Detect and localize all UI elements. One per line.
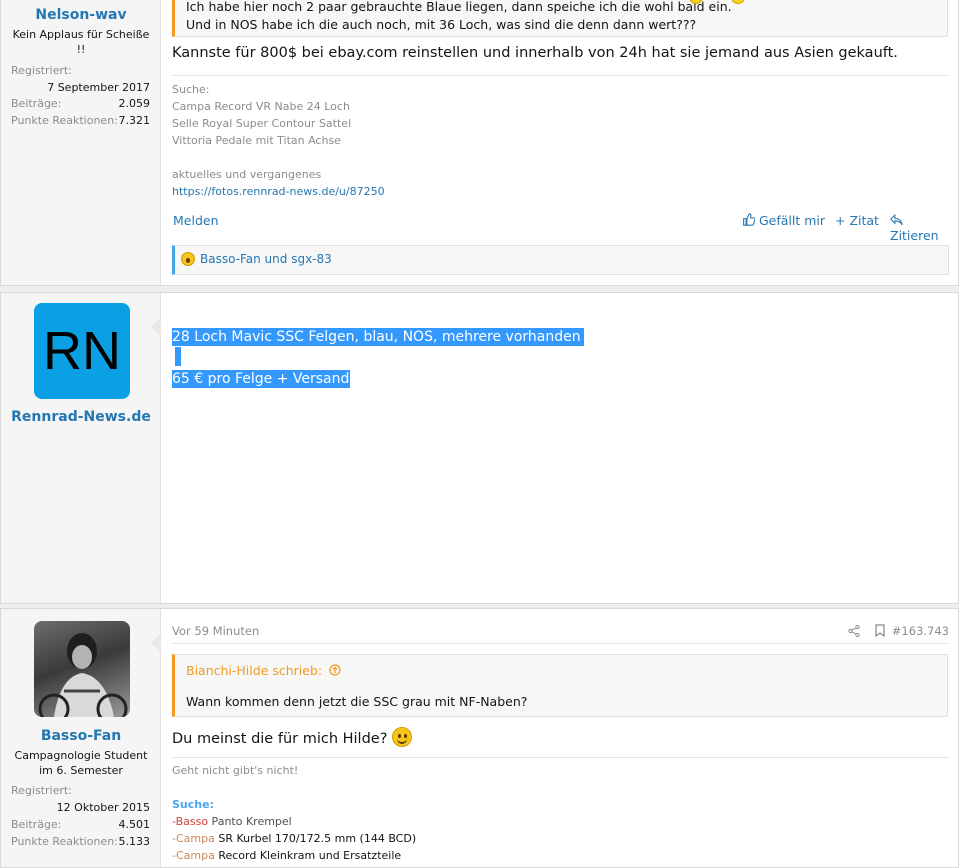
quote-header[interactable]: Bianchi-Hilde schrieb:: [186, 663, 341, 678]
username-link[interactable]: Basso-Fan: [1, 728, 161, 744]
brand-label: -Basso: [172, 815, 209, 828]
signature-line: Campa Record VR Nabe 24 Loch: [172, 100, 350, 113]
stat-label: Punkte Reaktionen:: [11, 114, 118, 127]
stat-reactions: Punkte Reaktionen: 5.133: [11, 835, 150, 851]
signature-divider: [172, 757, 949, 758]
zitieren-button[interactable]: Zitieren: [890, 213, 949, 243]
stat-value: 2.059: [118, 97, 151, 110]
signature-item: -Campa Record Kleinkram und Ersatzteile: [172, 847, 772, 864]
thumbs-up-icon: [743, 213, 756, 226]
stat-value: 5.133: [118, 835, 151, 848]
zitat-button[interactable]: + Zitat: [835, 213, 879, 228]
username-link[interactable]: Nelson-wav: [1, 7, 161, 23]
bookmark-icon[interactable]: [875, 624, 885, 637]
user-info-panel: Nelson-wav Kein Applaus für Scheiße !! R…: [1, 0, 161, 285]
quote-block: Bianchi-Hilde schrieb: Wann kommen denn …: [172, 654, 948, 717]
quote-line: Und in NOS habe ich die auch noch, mit 3…: [186, 17, 697, 32]
signature-line: Geht nicht gibt's nicht!: [172, 764, 299, 777]
item-text: SR Kurbel 170/172.5 mm (144 BCD): [214, 832, 417, 845]
avatar[interactable]: RN: [34, 303, 130, 399]
zitieren-label: Zitieren: [890, 228, 939, 243]
reactions-bar[interactable]: Basso-Fan und sgx-83: [172, 245, 949, 275]
username-link[interactable]: Rennrad-News.de: [1, 409, 161, 425]
post-body: Kannste für 800$ bei ebay.com reinstelle…: [172, 45, 898, 61]
stat-label: Registriert:: [11, 64, 72, 77]
item-text: Panto Krempel: [208, 815, 292, 828]
signature-line: aktuelles und vergangenes: [172, 168, 322, 181]
stat-value: 7.321: [118, 114, 151, 127]
signature: Suche: Campa Record VR Nabe 24 Loch Sell…: [172, 81, 772, 200]
post-basso-fan: Basso-Fan Campagnologie Student im 6. Se…: [0, 608, 959, 868]
reactions-text[interactable]: Basso-Fan und sgx-83: [200, 252, 332, 266]
stat-label: Registriert:: [11, 784, 72, 797]
stat-posts: Beiträge: 4.501: [11, 818, 150, 834]
smiley-icon: [392, 727, 413, 747]
user-title: Campagnologie Student im 6. Semester: [14, 749, 148, 777]
cyclist-photo-icon: [38, 633, 128, 717]
post-body: Du meinst die für mich Hilde?: [172, 727, 413, 747]
stat-label: Beiträge:: [11, 818, 62, 831]
report-link[interactable]: Melden: [173, 213, 219, 228]
stat-label: Beiträge:: [11, 97, 62, 110]
avatar[interactable]: [34, 621, 130, 717]
brand-label: -Campa: [172, 849, 215, 862]
post-nelson-wav: Nelson-wav Kein Applaus für Scheiße !! R…: [0, 0, 959, 286]
quote-line: Ich habe hier noch 2 paar gebrauchte Bla…: [186, 0, 732, 14]
post-body-line: 28 Loch Mavic SSC Felgen, blau, NOS, meh…: [172, 328, 584, 346]
wow-emoji-icon: [181, 252, 195, 266]
stat-registered-value: 7 September 2017: [11, 81, 150, 97]
quote-author: Bianchi-Hilde schrieb:: [186, 663, 323, 678]
stat-value: 7 September 2017: [47, 81, 150, 94]
speech-arrow: [151, 317, 161, 337]
stat-reactions: Punkte Reaktionen: 7.321: [11, 114, 150, 130]
signature-line: Vittoria Pedale mit Titan Achse: [172, 134, 341, 147]
reply-icon: [890, 213, 903, 226]
share-icon[interactable]: [848, 625, 860, 637]
avatar-text: RN: [43, 321, 121, 381]
speech-arrow: [151, 633, 161, 653]
stat-registered: Registriert:: [11, 784, 150, 800]
post-actions: Melden Gefällt mir + Zitat Zitieren: [172, 213, 949, 243]
signature-line: Suche:: [172, 83, 210, 96]
signature-spacer: [172, 149, 772, 166]
post-body-line: 65 € pro Felge + Versand: [172, 370, 351, 388]
user-title: Kein Applaus für Scheiße !!: [12, 28, 150, 56]
like-label: Gefällt mir: [758, 213, 826, 228]
post-body-text: Du meinst die für mich Hilde?: [172, 731, 388, 747]
signature-link[interactable]: https://fotos.rennrad-news.de/u/87250: [172, 183, 772, 200]
stat-label: Punkte Reaktionen:: [11, 835, 118, 848]
user-info-panel: Basso-Fan Campagnologie Student im 6. Se…: [1, 609, 161, 867]
signature-line: Selle Royal Super Contour Sattel: [172, 117, 352, 130]
signature-spacer: [172, 779, 772, 796]
selected-blank-line: [175, 347, 181, 366]
user-info-panel: RN Rennrad-News.de: [1, 293, 161, 603]
post-number[interactable]: #163.743: [892, 624, 949, 638]
signature-item: -Basso Panto Krempel: [172, 813, 772, 830]
stat-registered-value: 12 Oktober 2015: [11, 801, 150, 817]
item-text: Record Kleinkram und Ersatzteile: [214, 849, 402, 862]
like-button[interactable]: Gefällt mir: [742, 213, 825, 228]
arrow-up-circle-icon: [329, 664, 341, 676]
post-header: Vor 59 Minuten #163.743: [172, 623, 949, 644]
stat-value: 12 Oktober 2015: [56, 801, 150, 814]
signature-item: -Campa SR Kurbel 170/172.5 mm (144 BCD): [172, 830, 772, 847]
post-time[interactable]: Vor 59 Minuten: [172, 624, 259, 638]
signature: Geht nicht gibt's nicht! Suche: -Basso P…: [172, 762, 772, 864]
quote-text: Wann kommen denn jetzt die SSC grau mit …: [186, 694, 528, 709]
selected-text-line: 65 € pro Felge + Versand: [172, 368, 351, 388]
post-rennrad-news: RN Rennrad-News.de 28 Loch Mavic SSC Fel…: [0, 292, 959, 604]
brand-label: -Campa: [172, 832, 215, 845]
quote-block: Ich habe hier noch 2 paar gebrauchte Bla…: [172, 0, 948, 37]
selected-text-line: 28 Loch Mavic SSC Felgen, blau, NOS, meh…: [172, 326, 584, 346]
signature-divider: [172, 75, 949, 76]
stat-registered: Registriert:: [11, 64, 150, 80]
stat-value: 4.501: [118, 818, 151, 831]
stat-posts: Beiträge: 2.059: [11, 97, 150, 113]
signature-heading: Suche:: [172, 798, 214, 811]
